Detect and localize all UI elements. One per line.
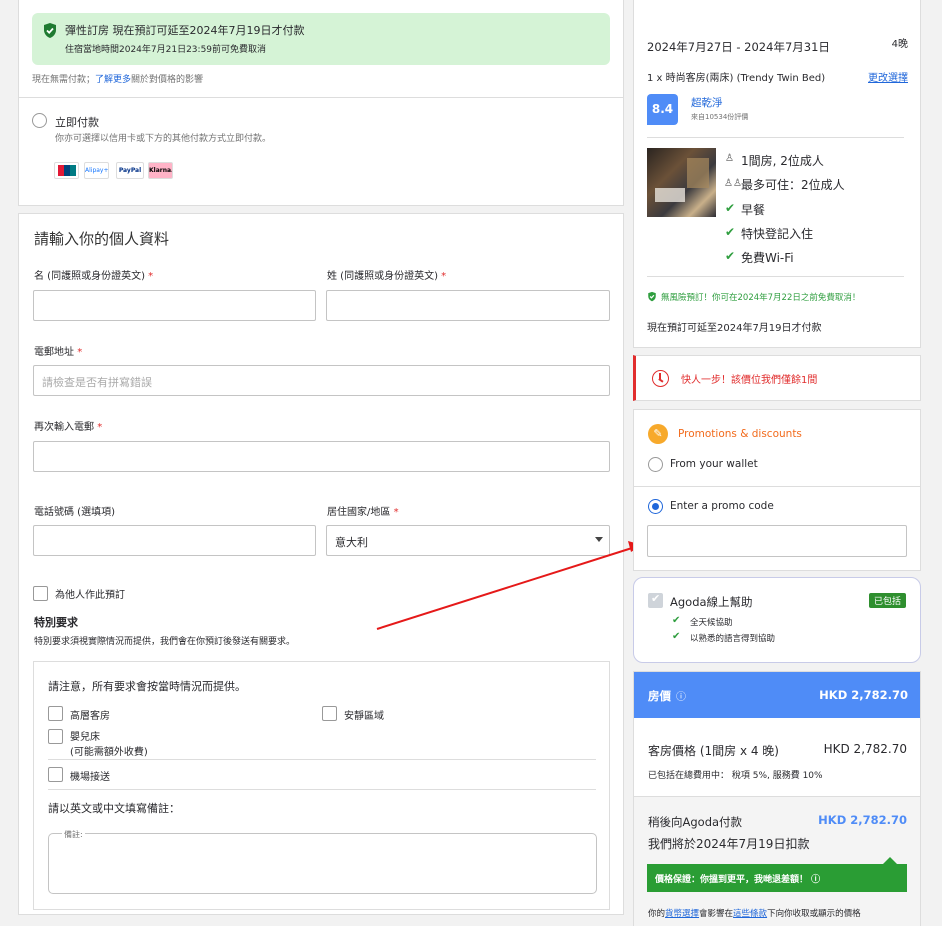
help-title: Agoda線上幫助	[670, 595, 753, 609]
max-occupancy: 最多可住：2位成人	[741, 178, 845, 192]
included-badge: 已包括	[868, 593, 906, 608]
free-cancellation-note: 無風險預訂！你可在2024年7月22日之前免費取消！	[661, 293, 861, 303]
help-checkbox[interactable]: ✔	[648, 592, 663, 608]
promo-code-input[interactable]	[647, 525, 907, 557]
pay-agoda-label: 稍後向Agoda付款	[648, 815, 743, 829]
check-icon: ✔	[725, 225, 736, 239]
urgency-text: 快人一步！該價位我們僅餘1間	[681, 375, 818, 386]
check-icon: ✔	[672, 631, 681, 642]
nights-count: 4晚	[891, 39, 908, 50]
price-header: 房價 ⓘ HKD 2,782.70	[634, 672, 920, 718]
currency-footer: 你的貨幣選擇會影響在這些條款下向你收取或顯示的價格	[648, 909, 861, 919]
room-photo	[647, 148, 716, 217]
currency-choice-link[interactable]: 貨幣選擇	[665, 909, 699, 919]
review-count: 來自10534份評價	[691, 113, 749, 121]
room-price-label: 客房價格 (1間房 x 4 晚)	[648, 744, 779, 758]
check-icon: ✔	[672, 615, 681, 626]
divider	[634, 486, 920, 487]
change-selection-link[interactable]: 更改選擇	[868, 69, 908, 84]
caret-up-icon	[883, 857, 897, 864]
guest-icon: ♙	[725, 153, 734, 164]
promotions-title: Promotions & discounts	[678, 428, 802, 440]
review-score-badge: 8.4	[647, 94, 678, 125]
help-item-24h: 全天候協助	[690, 618, 733, 628]
feature-wifi: 免費Wi-Fi	[741, 251, 794, 265]
price-header-label: 房價	[648, 689, 671, 703]
promo-code-label: Enter a promo code	[670, 500, 774, 512]
agoda-help-panel: ✔ Agoda線上幫助 已包括 ✔ 全天候協助 ✔ 以熟悉的語言得到協助	[633, 577, 921, 663]
pay-agoda-value: HKD 2,782.70	[818, 813, 907, 827]
rooms-guests: 1間房, 2位成人	[741, 154, 824, 168]
urgency-alert: 快人一步！該價位我們僅餘1間	[633, 355, 921, 401]
clock-alert-icon	[652, 370, 669, 387]
divider	[647, 137, 904, 138]
room-price-value: HKD 2,782.70	[823, 742, 907, 756]
pay-later-section: 稍後向Agoda付款 HKD 2,782.70 我們將於2024年7月19日扣款…	[634, 796, 920, 926]
promotions-panel: ✎ Promotions & discounts From your walle…	[633, 409, 921, 571]
room-type: 1 x 時尚客房(兩床) (Trendy Twin Bed)	[647, 73, 826, 84]
booking-summary-panel: 2024年7月27日 - 2024年7月31日 4晚 1 x 時尚客房(兩床) …	[633, 0, 921, 348]
help-item-language: 以熟悉的語言得到協助	[690, 634, 776, 644]
shield-check-icon	[647, 291, 657, 305]
charge-date: 我們將於2024年7月19日扣款	[648, 837, 810, 851]
divider	[647, 276, 904, 277]
pay-later-note: 現在預訂可延至2024年7月19日才付款	[647, 323, 822, 334]
max-occupancy-icon: ♙♙	[724, 178, 742, 189]
tax-note: 已包括在總費用中： 稅項 5%, 服務費 10%	[648, 771, 823, 781]
feature-breakfast: 早餐	[741, 203, 766, 217]
feature-express-checkin: 特快登記入住	[741, 227, 814, 241]
review-score-label: 超乾淨	[691, 97, 723, 109]
promo-tag-icon: ✎	[648, 424, 668, 444]
price-guarantee-banner: 價格保證：你搵到更平，我哋退差額！ ⓘ	[647, 857, 907, 892]
check-icon: ✔	[725, 201, 736, 215]
wallet-label: From your wallet	[670, 458, 758, 470]
promo-code-radio[interactable]	[648, 499, 663, 514]
wallet-radio[interactable]	[648, 457, 663, 472]
stay-dates: 2024年7月27日 - 2024年7月31日	[647, 40, 830, 54]
check-icon: ✔	[725, 249, 736, 263]
terms-link[interactable]: 這些條款	[733, 909, 767, 919]
price-header-value: HKD 2,782.70	[819, 688, 908, 702]
price-panel: 房價 ⓘ HKD 2,782.70 客房價格 (1間房 x 4 晚) HKD 2…	[633, 671, 921, 926]
info-icon[interactable]: ⓘ	[676, 688, 686, 703]
price-guarantee-text: 價格保證：你搵到更平，我哋退差額！ ⓘ	[655, 875, 821, 885]
